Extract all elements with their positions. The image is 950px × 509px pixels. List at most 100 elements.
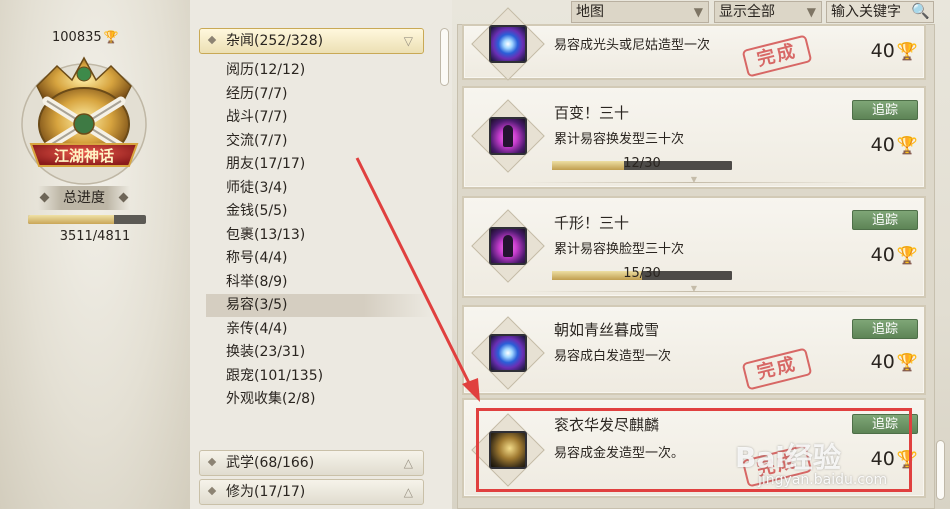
completed-stamp: 完成: [741, 34, 813, 78]
category-cultivation[interactable]: 修为(17/17) △: [199, 479, 424, 505]
achievement-title: 朝如青丝暮成雪: [554, 321, 660, 339]
points-value: 100835: [52, 30, 102, 45]
track-button[interactable]: 追踪: [852, 210, 918, 230]
subcategory-label: 称号(4/4): [226, 250, 288, 266]
achievement-reward: 40 🏆: [871, 244, 918, 266]
profile-panel: 100835 🏆 江湖神话 总进度 3511/4811: [0, 0, 190, 509]
card-expand-indicator[interactable]: [524, 291, 864, 292]
chevron-up-icon: △: [403, 456, 413, 470]
achievement-icon-frame: [471, 7, 545, 81]
watermark-url: jingyan.baidu.com: [758, 472, 888, 488]
subcategory-item[interactable]: 易容(3/5): [206, 294, 431, 317]
subcategory-label: 师徒(3/4): [226, 179, 288, 196]
subcategory-item[interactable]: 包裹(13/13): [206, 224, 431, 247]
subcategory-item[interactable]: 朋友(17/17): [206, 153, 431, 176]
subcategory-label: 外观收集(2/8): [226, 391, 316, 407]
rank-emblem: 江湖神话: [21, 56, 147, 185]
achievement-progress-text: 15/30: [623, 266, 661, 281]
subcategory-item[interactable]: 交流(7/7): [206, 130, 431, 153]
watermark-brand: Bai经验: [735, 441, 841, 474]
dropdown-icon: ▼: [806, 5, 816, 19]
subcategory-label: 朋友(17/17): [226, 156, 306, 172]
subcategory-item[interactable]: 换装(23/31): [206, 341, 431, 364]
subcategory-label: 科举(8/9): [226, 273, 288, 290]
overall-progress-text: 3511/4811: [59, 229, 131, 244]
achievement-reward: 40 🏆: [871, 351, 918, 373]
map-filter-select[interactable]: 地图 ▼: [571, 1, 709, 23]
achievement-title: 千形！三十: [554, 214, 630, 232]
achievement-icon: [489, 117, 527, 155]
trophy-icon: 🏆: [103, 30, 119, 44]
achievement-card[interactable]: 千形！三十 累计易容换脸型三十次 15/30 追踪 40 🏆: [462, 196, 926, 298]
achievement-list-scrollbar[interactable]: [936, 440, 945, 500]
achievement-icon-frame: [471, 316, 545, 390]
achievement-progress-text: 12/30: [623, 156, 661, 171]
subcategory-label: 跟宠(101/135): [226, 367, 324, 384]
emblem-title: 江湖神话: [54, 147, 114, 165]
scope-filter-select[interactable]: 显示全部 ▼: [714, 1, 822, 23]
overall-progress-title: 总进度: [63, 190, 105, 206]
subcategory-label: 金钱(5/5): [226, 203, 288, 219]
reward-value: 40: [870, 40, 895, 62]
subcategory-item[interactable]: 师徒(3/4): [206, 177, 431, 200]
subcategory-item[interactable]: 经历(7/7): [206, 83, 431, 106]
chevron-up-icon: △: [403, 485, 413, 499]
subcategory-item[interactable]: 阅历(12/12): [206, 59, 431, 82]
scope-filter-value: 显示全部: [719, 4, 775, 20]
subcategory-item[interactable]: 外观收集(2/8): [206, 388, 431, 411]
achievement-desc: 易容成白发造型一次: [554, 349, 672, 364]
achievement-card[interactable]: 百变！三十 累计易容换发型三十次 12/30 追踪 40 🏆: [462, 86, 926, 189]
overall-progress-fill: [28, 215, 115, 224]
subcategory-label: 交流(7/7): [226, 132, 288, 149]
achievement-title: 百变！三十: [554, 104, 630, 122]
search-input[interactable]: 输入关键字 🔍: [826, 1, 934, 23]
achievement-desc: 易容成光头或尼姑造型一次: [554, 38, 711, 53]
reward-value: 40: [870, 351, 895, 373]
subcategory-label: 经历(7/7): [226, 85, 288, 102]
category-label: 杂闻(252/328): [226, 33, 324, 49]
trophy-icon: 🏆: [896, 42, 918, 62]
overall-progress-label: 总进度: [38, 186, 130, 210]
achievement-card[interactable]: 朝如青丝暮成雪 易容成白发造型一次 完成 追踪 40 🏆: [462, 305, 926, 395]
subcategory-label: 换装(23/31): [226, 344, 306, 360]
map-filter-value: 地图: [576, 4, 604, 20]
search-icon[interactable]: 🔍: [911, 1, 930, 21]
subcategory-label: 亲传(4/4): [226, 320, 288, 337]
category-label: 武学(68/166): [226, 455, 315, 471]
achievement-icon-frame: [471, 99, 545, 173]
category-scrollbar[interactable]: [440, 28, 449, 86]
reward-value: 40: [870, 134, 895, 156]
subcategory-label: 包裹(13/13): [226, 226, 306, 243]
track-button[interactable]: 追踪: [852, 319, 918, 339]
achievement-icon: [489, 334, 527, 372]
subcategory-item[interactable]: 金钱(5/5): [206, 200, 431, 223]
achievement-desc: 累计易容换脸型三十次: [554, 242, 685, 257]
search-placeholder: 输入关键字: [831, 4, 901, 20]
subcategory-label: 易容(3/5): [226, 297, 288, 313]
subcategory-label: 阅历(12/12): [226, 62, 306, 78]
track-button[interactable]: 追踪: [852, 100, 918, 120]
completed-stamp: 完成: [741, 347, 813, 391]
card-expand-indicator[interactable]: [524, 182, 864, 183]
subcategory-item[interactable]: 战斗(7/7): [206, 106, 431, 129]
achievement-desc: 累计易容换发型三十次: [554, 132, 685, 147]
reward-value: 40: [870, 244, 895, 266]
overall-progress-bar: [28, 215, 146, 224]
achievement-reward: 40 🏆: [871, 134, 918, 156]
category-label: 修为(17/17): [226, 484, 306, 500]
dropdown-icon: ▼: [693, 5, 703, 19]
subcategory-item[interactable]: 亲传(4/4): [206, 318, 431, 341]
achievement-reward: 40 🏆: [871, 40, 918, 62]
achievement-icon-frame: [471, 209, 545, 283]
category-martial-arts[interactable]: 武学(68/166) △: [199, 450, 424, 476]
subcategory-item[interactable]: 跟宠(101/135): [206, 365, 431, 388]
chevron-down-icon: ▽: [403, 34, 413, 48]
achievement-points: 100835 🏆: [52, 30, 119, 45]
achievement-icon: [489, 25, 527, 63]
achievement-icon: [489, 227, 527, 265]
subcategory-label: 战斗(7/7): [226, 109, 288, 125]
category-misc[interactable]: 杂闻(252/328) ▽: [199, 28, 424, 54]
achievement-card[interactable]: 易容成光头或尼姑造型一次 完成 40 🏆: [462, 7, 926, 81]
subcategory-item[interactable]: 称号(4/4): [206, 247, 431, 270]
subcategory-item[interactable]: 科举(8/9): [206, 271, 431, 294]
